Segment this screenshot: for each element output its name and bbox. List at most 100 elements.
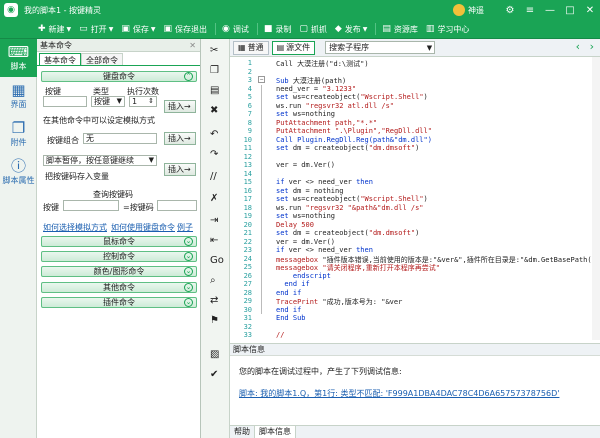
bottom-tabs: 帮助 脚本信息 (230, 425, 600, 438)
code-line[interactable]: // (276, 331, 284, 339)
combo-input[interactable]: 无 (83, 133, 157, 144)
nav-script-properties[interactable]: ⓘ 脚本属性 (0, 153, 37, 191)
code-line[interactable]: set ws=createobject("Wscript.Shell") (276, 93, 428, 101)
code-line[interactable]: set dm = createobject("dm.dmsoft") (276, 144, 419, 152)
insert-pause-button[interactable]: 插入→ (164, 163, 196, 176)
image-icon[interactable]: ▨ (210, 349, 219, 360)
mouse-section-header[interactable]: 鼠标命令 ⌄ (41, 236, 197, 247)
delete-icon[interactable]: ✖ (210, 105, 218, 116)
save-button[interactable]: ▣ 保存 ▼ (121, 24, 155, 35)
code-line[interactable]: if ver <> need_ver then (276, 178, 373, 186)
code-line[interactable]: end if (276, 306, 301, 314)
tab-help[interactable]: 帮助 (230, 426, 255, 438)
comment-icon[interactable]: // (210, 171, 217, 182)
insert-combo-button[interactable]: 插入→ (164, 132, 196, 145)
query-key-input[interactable] (63, 200, 119, 211)
other-section-header[interactable]: 其他命令 ⌄ (41, 282, 197, 293)
control-section-header[interactable]: 控制命令 ⌄ (41, 251, 197, 262)
publish-button[interactable]: ◆ 发布 ▼ (335, 24, 368, 35)
color-section-header[interactable]: 颜色/图形命令 ⌄ (41, 266, 197, 277)
code-line[interactable]: PutAttachment ".\Plugin","RegDll.dll" (276, 127, 432, 135)
copy-icon[interactable]: ❐ (210, 65, 219, 76)
user-avatar[interactable] (453, 4, 465, 16)
minimize-icon[interactable]: — (540, 5, 560, 16)
indent-icon[interactable]: ⇥ (210, 215, 218, 226)
code-line[interactable]: Call Plugin.RegDll.Reg(path&"dm.dll") (276, 136, 432, 144)
code-line[interactable]: ws.run "regsvr32 atl.dll /s" (276, 102, 394, 110)
new-button[interactable]: ✚ 新建 ▼ (38, 24, 71, 35)
tab-script-info[interactable]: 脚本信息 (255, 426, 296, 438)
code-line[interactable]: ver = dm.Ver() (276, 238, 335, 246)
link-example[interactable]: 例子 (177, 222, 193, 233)
insert-key-button[interactable]: 插入→ (164, 100, 196, 113)
link-keyboard-help[interactable]: 如何使用键盘命令 (111, 222, 175, 233)
keyboard-section-header[interactable]: 键盘命令 ⌃ (41, 71, 197, 82)
outdent-icon[interactable]: ⇤ (210, 235, 218, 246)
nav-attachment[interactable]: ❐ 附件 (0, 115, 37, 153)
code-line[interactable]: Delay 500 (276, 221, 314, 229)
count-stepper[interactable]: 1 ⇕ (129, 96, 157, 107)
fold-toggle-icon[interactable]: − (258, 76, 265, 83)
user-name[interactable]: 神遥 (468, 5, 484, 16)
code-line[interactable]: ver = dm.Ver() (276, 161, 335, 169)
tab-all-commands[interactable]: 全部命令 (81, 53, 123, 65)
code-line[interactable]: set ws=createobject("Wscript.Shell") (276, 195, 428, 203)
editor-icon-column: ✂ ❐ ▤ ✖ ↶ ↷ // ✗ ⇥ ⇤ Go ⌕ ⇄ ⚑ ▨ ✔ (201, 39, 230, 438)
capture-button[interactable]: ▢ 抓抓 (299, 24, 327, 35)
code-line[interactable]: PutAttachment path,"*.*" (276, 119, 377, 127)
procedure-select[interactable]: 搜索子程序 ▼ (325, 41, 436, 54)
keycode-output[interactable] (157, 200, 197, 211)
resource-library-button[interactable]: ▤ 资源库 (382, 24, 418, 35)
code-line[interactable]: end if (276, 289, 301, 297)
code-editor[interactable]: 1 Call 大漠注册("d:\测试") 2 3 Sub 大漠注册(path) 4 need… (230, 57, 600, 340)
folder-icon: ▭ (79, 24, 88, 34)
cut-icon[interactable]: ✂ (210, 45, 218, 56)
undo-icon[interactable]: ↶ (210, 129, 218, 140)
close-icon[interactable]: ✕ (189, 39, 196, 52)
error-link[interactable]: 脚本: 我的脚本1.Q，第1行: 类型不匹配: 'F999A1DBA4DAC78… (239, 388, 559, 399)
library-icon: ▤ (382, 24, 391, 34)
maximize-icon[interactable]: □ (560, 5, 580, 16)
type-select[interactable]: 按键 ▼ (91, 96, 125, 107)
code-line[interactable]: if ver <> need_ver then (276, 246, 373, 254)
tab-basic-commands[interactable]: 基本命令 (39, 53, 81, 65)
code-line[interactable]: endscript (276, 272, 331, 280)
code-line[interactable]: ws.run "regsvr32 "&path&"dm.dll /s" (276, 204, 424, 212)
code-line[interactable]: need_ver = "3.1233" (276, 85, 356, 93)
code-line[interactable]: end if (276, 280, 309, 288)
settings-icon[interactable]: ⚙ (500, 5, 520, 16)
uncomment-icon[interactable]: ✗ (210, 193, 218, 204)
tab-normal[interactable]: ▦ 普通 (233, 40, 269, 55)
learning-center-button[interactable]: ▥ 学习中心 (426, 24, 470, 35)
plugin-section-header[interactable]: 插件命令 ⌄ (41, 297, 197, 308)
code-line[interactable]: set ws=nothing (276, 212, 335, 220)
next-arrow-icon[interactable]: › (590, 40, 594, 53)
code-line[interactable]: set ws=nothing (276, 110, 335, 118)
menu-icon[interactable]: ≡ (520, 5, 540, 16)
open-button[interactable]: ▭ 打开 ▼ (79, 24, 113, 35)
line-number: 31 (243, 314, 252, 322)
code-line[interactable]: set dm = nothing (276, 187, 343, 195)
prev-arrow-icon[interactable]: ‹ (576, 40, 580, 53)
record-button[interactable]: ■ 录制 (264, 24, 292, 35)
code-line[interactable]: set dm = createobject("dm.dmsoft") (276, 229, 419, 237)
tab-source[interactable]: ▤ 源文件 (271, 40, 316, 55)
bookmark-icon[interactable]: ⚑ (210, 315, 219, 326)
goto-icon[interactable]: Go (210, 255, 224, 266)
nav-script[interactable]: ⌨ 脚本 (0, 39, 37, 77)
nav-interface[interactable]: ▦ 界面 (0, 77, 37, 115)
link-simulation-mode[interactable]: 如何选择模拟方式 (43, 222, 107, 233)
check-icon[interactable]: ✔ (210, 369, 218, 380)
replace-icon[interactable]: ⇄ (210, 295, 218, 306)
save-exit-button[interactable]: ▣ 保存退出 (163, 24, 207, 35)
editor-scrollbar[interactable] (592, 57, 600, 340)
key-input[interactable] (43, 96, 87, 107)
find-icon[interactable]: ⌕ (210, 275, 216, 286)
debug-button[interactable]: ◉ 调试 (222, 24, 249, 35)
close-icon[interactable]: ✕ (580, 5, 600, 16)
paste-icon[interactable]: ▤ (210, 85, 219, 96)
code-line[interactable]: End Sub (276, 314, 306, 322)
pause-select[interactable]: 脚本暂停，按任意键继续 ▼ (43, 155, 157, 166)
redo-icon[interactable]: ↷ (210, 149, 218, 160)
code-line[interactable]: Call 大漠注册("d:\测试") (276, 59, 369, 69)
